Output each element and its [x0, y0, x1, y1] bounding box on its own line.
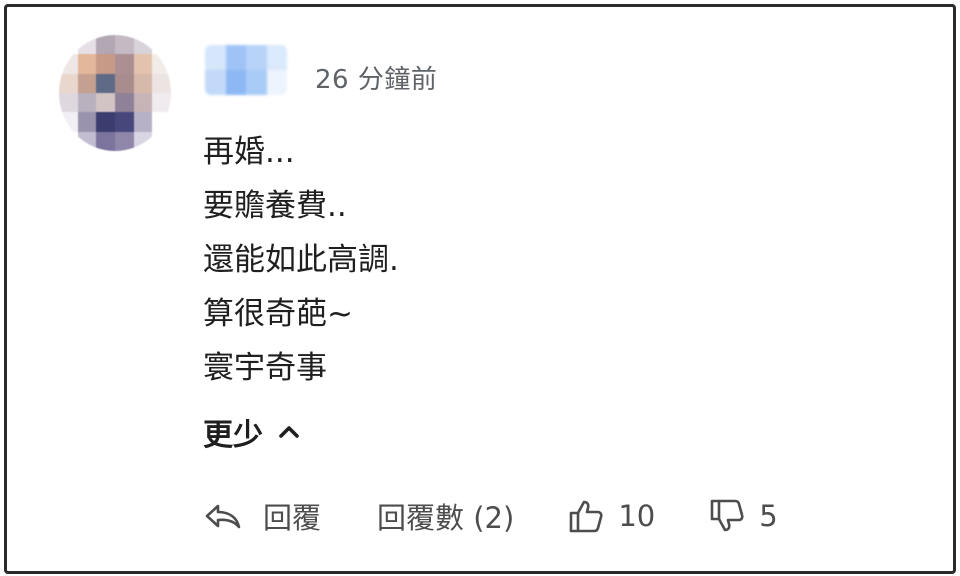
- comment-text: 再婚... 要贍養費.. 還能如此高調. 算很奇葩~ 寰宇奇事: [203, 125, 399, 395]
- dislike-button[interactable]: 5: [709, 498, 778, 534]
- comment-line: 還能如此高調.: [203, 242, 399, 278]
- username-blurred[interactable]: [205, 45, 287, 95]
- reply-arrow-icon: [205, 504, 241, 529]
- comment-line: 寰宇奇事: [203, 350, 327, 386]
- comment-timestamp: 26 分鐘前: [315, 65, 438, 95]
- comment-line: 算很奇葩~: [203, 296, 353, 332]
- comment-line: 要贍養費..: [203, 188, 347, 224]
- thumbs-up-icon: [570, 500, 603, 533]
- comment-actions: 回覆 回覆數 (2) 10 5: [203, 493, 778, 539]
- replies-count-label: 回覆數 (2): [377, 501, 515, 535]
- comment-line: 再婚...: [203, 134, 295, 170]
- avatar[interactable]: [59, 35, 171, 151]
- reply-label: 回覆: [263, 501, 322, 535]
- like-count: 10: [618, 499, 656, 533]
- comment-card: 26 分鐘前 再婚... 要贍養費.. 還能如此高調. 算很奇葩~ 寰宇奇事 更…: [4, 4, 956, 574]
- like-button[interactable]: 10: [568, 498, 655, 534]
- show-less-label: 更少: [203, 418, 263, 453]
- chevron-up-icon: [279, 426, 299, 438]
- view-replies-button[interactable]: 回覆數 (2): [377, 495, 514, 537]
- reply-button[interactable]: 回覆: [203, 495, 321, 537]
- show-less-button[interactable]: 更少: [203, 410, 301, 454]
- dislike-count: 5: [759, 499, 778, 533]
- avatar-pixelated-image: [59, 35, 171, 151]
- thumbs-down-icon: [710, 499, 744, 532]
